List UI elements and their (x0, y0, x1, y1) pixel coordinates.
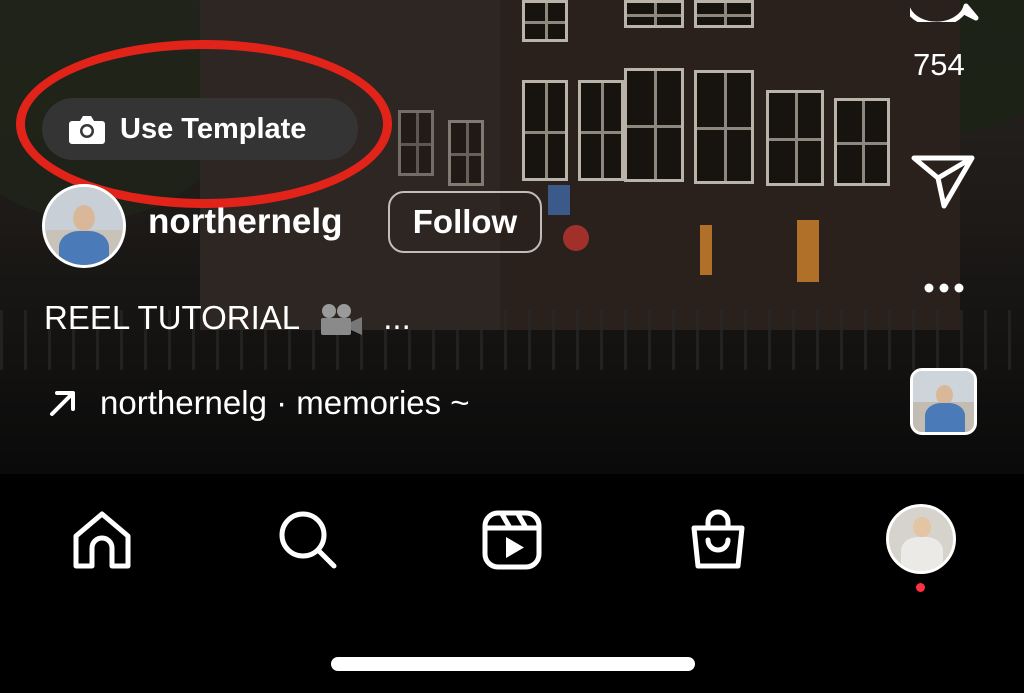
building-window (694, 70, 754, 184)
profile-tab-avatar[interactable] (886, 504, 956, 574)
comment-icon[interactable] (904, 0, 982, 27)
building-window (522, 0, 568, 42)
comment-count: 754 (913, 47, 965, 82)
caption-text: REEL TUTORIAL (44, 299, 299, 336)
street-sign (797, 220, 819, 282)
avatar-face (73, 205, 95, 231)
building-window (694, 0, 754, 28)
caption-more[interactable]: ... (383, 299, 411, 336)
arrow-up-right-icon (48, 388, 78, 418)
thumb-shirt (925, 403, 965, 432)
street-sign (700, 225, 712, 275)
creator-avatar[interactable] (42, 184, 126, 268)
audio-title: northernelg · memories ~ (100, 384, 470, 421)
search-icon[interactable] (276, 508, 340, 572)
building-window (522, 80, 568, 181)
movie-camera-icon (318, 303, 364, 337)
profile-face (913, 517, 931, 537)
creator-username[interactable]: northernelg (148, 202, 342, 242)
thumb-face (936, 385, 953, 405)
more-options-icon[interactable] (922, 281, 966, 295)
audio-thumbnail[interactable] (910, 368, 977, 435)
avatar-shirt (59, 231, 109, 265)
share-icon[interactable] (910, 152, 976, 210)
building-window (834, 98, 890, 186)
building-window (624, 68, 684, 182)
shop-icon[interactable] (686, 508, 750, 572)
reels-icon[interactable] (480, 508, 544, 572)
home-icon[interactable] (70, 508, 134, 572)
profile-body (901, 537, 943, 571)
building-window (766, 90, 824, 186)
annotation-highlight-ellipse (16, 40, 392, 208)
reel-caption[interactable]: REEL TUTORIAL ... (44, 299, 411, 337)
building-window (448, 120, 484, 186)
street-sign (548, 185, 570, 215)
audio-link[interactable]: northernelg · memories ~ (48, 384, 470, 422)
notification-dot (916, 583, 925, 592)
home-indicator[interactable] (331, 657, 695, 671)
no-entry-sign (563, 225, 589, 251)
building-window (624, 0, 684, 28)
building-window (578, 80, 624, 181)
building-window (398, 110, 434, 176)
follow-button[interactable]: Follow (388, 191, 542, 253)
